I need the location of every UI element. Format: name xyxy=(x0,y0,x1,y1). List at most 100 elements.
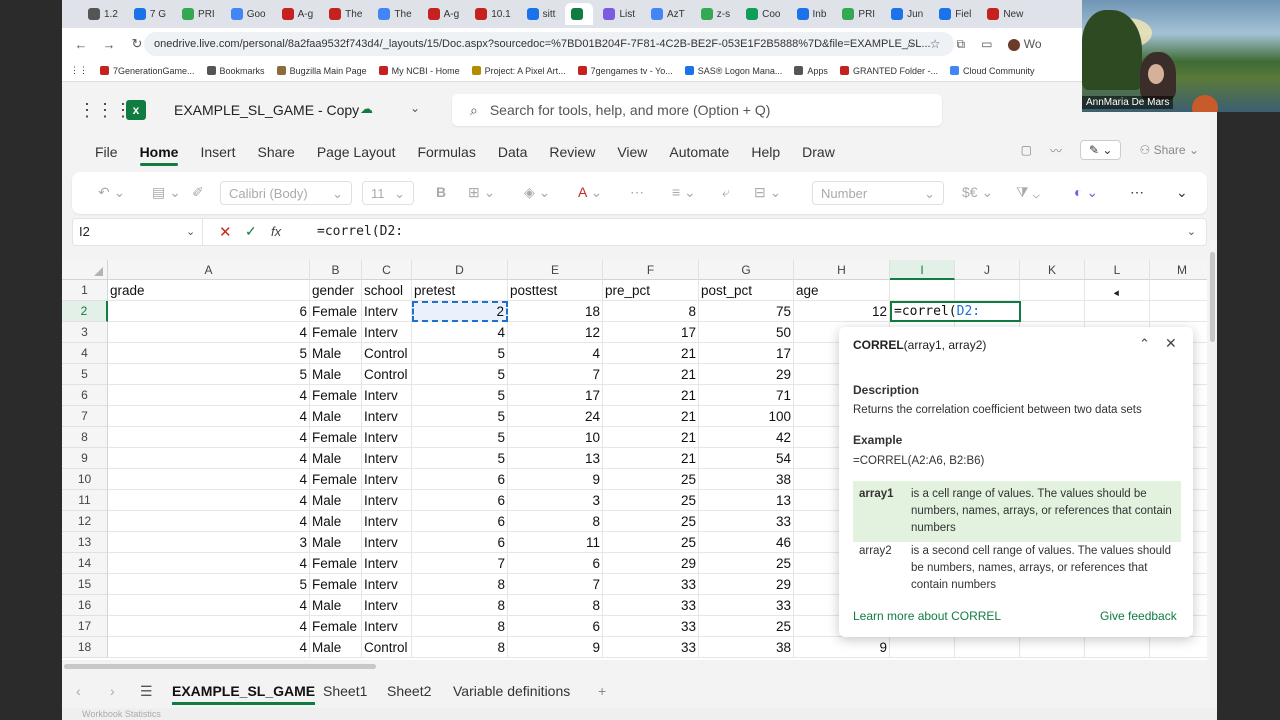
row-header[interactable]: 13 xyxy=(62,532,108,553)
vertical-scrollbar[interactable] xyxy=(1210,252,1215,342)
header-cell[interactable]: age xyxy=(794,280,890,301)
fill-color-icon[interactable]: ◈ ⌄ xyxy=(524,184,550,201)
column-header-k[interactable]: K xyxy=(1020,260,1085,280)
ribbon-tab-automate[interactable]: Automate xyxy=(658,136,740,168)
data-cell[interactable]: 75 xyxy=(699,301,794,322)
horizontal-scrollbar[interactable] xyxy=(64,664,376,669)
more-options-icon[interactable]: ⋯ xyxy=(1130,184,1144,201)
empty-cell[interactable] xyxy=(1085,637,1150,658)
ribbon-tab-file[interactable]: File xyxy=(84,136,129,168)
column-header-c[interactable]: C xyxy=(362,260,412,280)
data-cell[interactable]: 33 xyxy=(699,595,794,616)
sheet-tab-variable-definitions[interactable]: Variable definitions xyxy=(453,683,570,699)
browser-tab[interactable]: 7 G xyxy=(128,3,172,25)
data-cell[interactable]: 33 xyxy=(603,637,699,658)
data-cell[interactable]: 4 xyxy=(108,322,310,343)
row-header[interactable]: 15 xyxy=(62,574,108,595)
browser-tab[interactable]: Jun xyxy=(885,3,929,25)
data-cell[interactable]: Interv xyxy=(362,427,412,448)
empty-cell[interactable] xyxy=(1150,637,1207,658)
bookmark-item[interactable]: My NCBI - Home xyxy=(378,66,460,76)
all-sheets-menu-icon[interactable]: ☰ xyxy=(140,683,153,700)
undo-icon[interactable]: ↶ ⌄ xyxy=(98,184,125,201)
data-cell[interactable]: 5 xyxy=(108,364,310,385)
align-icon[interactable]: ≡ ⌄ xyxy=(672,184,696,201)
browser-tab[interactable]: The xyxy=(372,3,417,25)
data-cell[interactable]: 25 xyxy=(699,553,794,574)
data-cell[interactable]: 4 xyxy=(108,385,310,406)
column-header-g[interactable]: G xyxy=(699,260,794,280)
bookmark-item[interactable]: 7gengames tv - Yo... xyxy=(577,66,673,76)
ribbon-tab-draw[interactable]: Draw xyxy=(791,136,846,168)
data-cell[interactable]: 6 xyxy=(412,469,508,490)
ribbon-tab-home[interactable]: Home xyxy=(129,136,190,168)
data-cell[interactable]: Interv xyxy=(362,616,412,637)
data-cell[interactable]: Female xyxy=(310,574,362,595)
browser-tab[interactable]: Fiel xyxy=(933,3,977,25)
data-cell[interactable]: 4 xyxy=(108,595,310,616)
ribbon-tab-help[interactable]: Help xyxy=(740,136,791,168)
row-header[interactable]: 8 xyxy=(62,427,108,448)
data-cell[interactable]: 7 xyxy=(412,553,508,574)
data-cell[interactable]: Control xyxy=(362,637,412,658)
data-cell[interactable]: 5 xyxy=(412,364,508,385)
forward-icon[interactable]: → xyxy=(100,37,118,52)
row-header[interactable]: 16 xyxy=(62,595,108,616)
row-header[interactable]: 6 xyxy=(62,385,108,406)
row-header[interactable]: 11 xyxy=(62,490,108,511)
column-header-e[interactable]: E xyxy=(508,260,603,280)
header-cell[interactable]: pretest xyxy=(412,280,508,301)
data-cell[interactable]: Interv xyxy=(362,553,412,574)
header-cell[interactable]: post_pct xyxy=(699,280,794,301)
header-cell[interactable] xyxy=(955,280,1020,301)
data-cell[interactable]: Male xyxy=(310,637,362,658)
data-cell[interactable]: Male xyxy=(310,532,362,553)
data-cell[interactable]: 100 xyxy=(699,406,794,427)
bookmark-item[interactable]: GRANTED Folder -... xyxy=(839,66,938,76)
data-cell[interactable]: 8 xyxy=(508,595,603,616)
header-cell[interactable]: posttest xyxy=(508,280,603,301)
sort-filter-icon[interactable]: ⧩ ⌄ xyxy=(1016,184,1040,201)
select-all-corner[interactable] xyxy=(62,260,108,280)
column-header-m[interactable]: M xyxy=(1150,260,1207,280)
data-cell[interactable]: 38 xyxy=(699,637,794,658)
empty-cell[interactable] xyxy=(1020,637,1085,658)
row-header[interactable]: 3 xyxy=(62,322,108,343)
row-header[interactable]: 4 xyxy=(62,343,108,364)
data-cell[interactable]: 10 xyxy=(508,427,603,448)
browser-tab[interactable]: Goo xyxy=(225,3,272,25)
row-header[interactable]: 2 xyxy=(62,301,108,322)
borders-icon[interactable]: ⊞ ⌄ xyxy=(468,184,495,201)
ribbon-tab-review[interactable]: Review xyxy=(538,136,606,168)
data-cell[interactable]: 6 xyxy=(508,616,603,637)
data-cell[interactable]: 9 xyxy=(794,637,890,658)
data-cell[interactable]: 21 xyxy=(603,427,699,448)
data-cell[interactable]: Male xyxy=(310,490,362,511)
bookmark-item[interactable]: SAS® Logon Mana... xyxy=(684,66,782,76)
data-cell[interactable]: Control xyxy=(362,343,412,364)
bookmark-item[interactable]: Bugzilla Main Page xyxy=(276,66,367,76)
header-cell[interactable] xyxy=(890,280,955,301)
active-cell-i2[interactable]: =correl(D2: xyxy=(890,301,1021,322)
data-cell[interactable]: 29 xyxy=(603,553,699,574)
data-cell[interactable]: 7 xyxy=(508,574,603,595)
data-cell[interactable]: 8 xyxy=(412,574,508,595)
data-cell[interactable]: Interv xyxy=(362,322,412,343)
bookmark-item[interactable]: Project: A Pixel Art... xyxy=(471,66,566,76)
data-cell[interactable]: 4 xyxy=(108,427,310,448)
data-cell[interactable]: 29 xyxy=(699,574,794,595)
column-header-l[interactable]: L xyxy=(1085,260,1150,280)
data-cell[interactable]: Female xyxy=(310,616,362,637)
sheet-tab-example-sl-game[interactable]: EXAMPLE_SL_GAME xyxy=(172,683,316,705)
zoom-icon[interactable]: ⌕ xyxy=(907,37,914,52)
data-cell[interactable]: 42 xyxy=(699,427,794,448)
data-cell[interactable]: 17 xyxy=(603,322,699,343)
extensions-icon[interactable]: ⧉ xyxy=(957,37,966,52)
data-cell[interactable]: 8 xyxy=(412,616,508,637)
bold-icon[interactable]: B xyxy=(436,184,446,200)
document-title[interactable]: EXAMPLE_SL_GAME - Copy xyxy=(174,102,359,118)
browser-tab[interactable]: z-s xyxy=(695,3,736,25)
data-cell[interactable]: 4 xyxy=(108,616,310,637)
browser-tab[interactable]: PRI xyxy=(176,3,221,25)
data-cell[interactable]: 4 xyxy=(108,448,310,469)
